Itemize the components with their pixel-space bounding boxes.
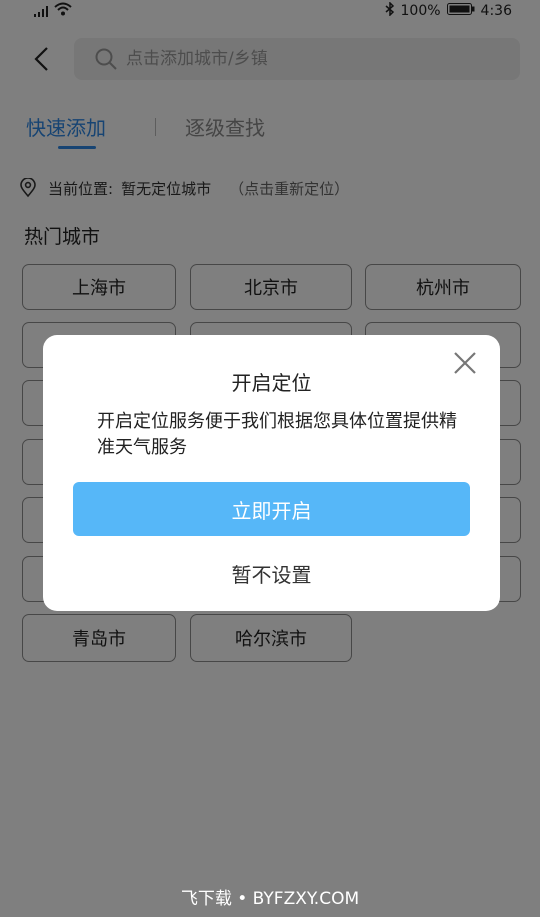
not-now-button[interactable]: 暂不设置 (43, 559, 500, 588)
dialog-message: 开启定位服务便于我们根据您具体位置提供精准天气服务 (97, 411, 457, 458)
location-permission-dialog: 开启定位 开启定位服务便于我们根据您具体位置提供精准天气服务 立即开启 暂不设置 (43, 335, 500, 611)
watermark: 飞下载 • BYFZXY.COM (180, 889, 360, 909)
dialog-title: 开启定位 (231, 371, 312, 395)
enable-location-button[interactable]: 立即开启 (73, 482, 470, 536)
